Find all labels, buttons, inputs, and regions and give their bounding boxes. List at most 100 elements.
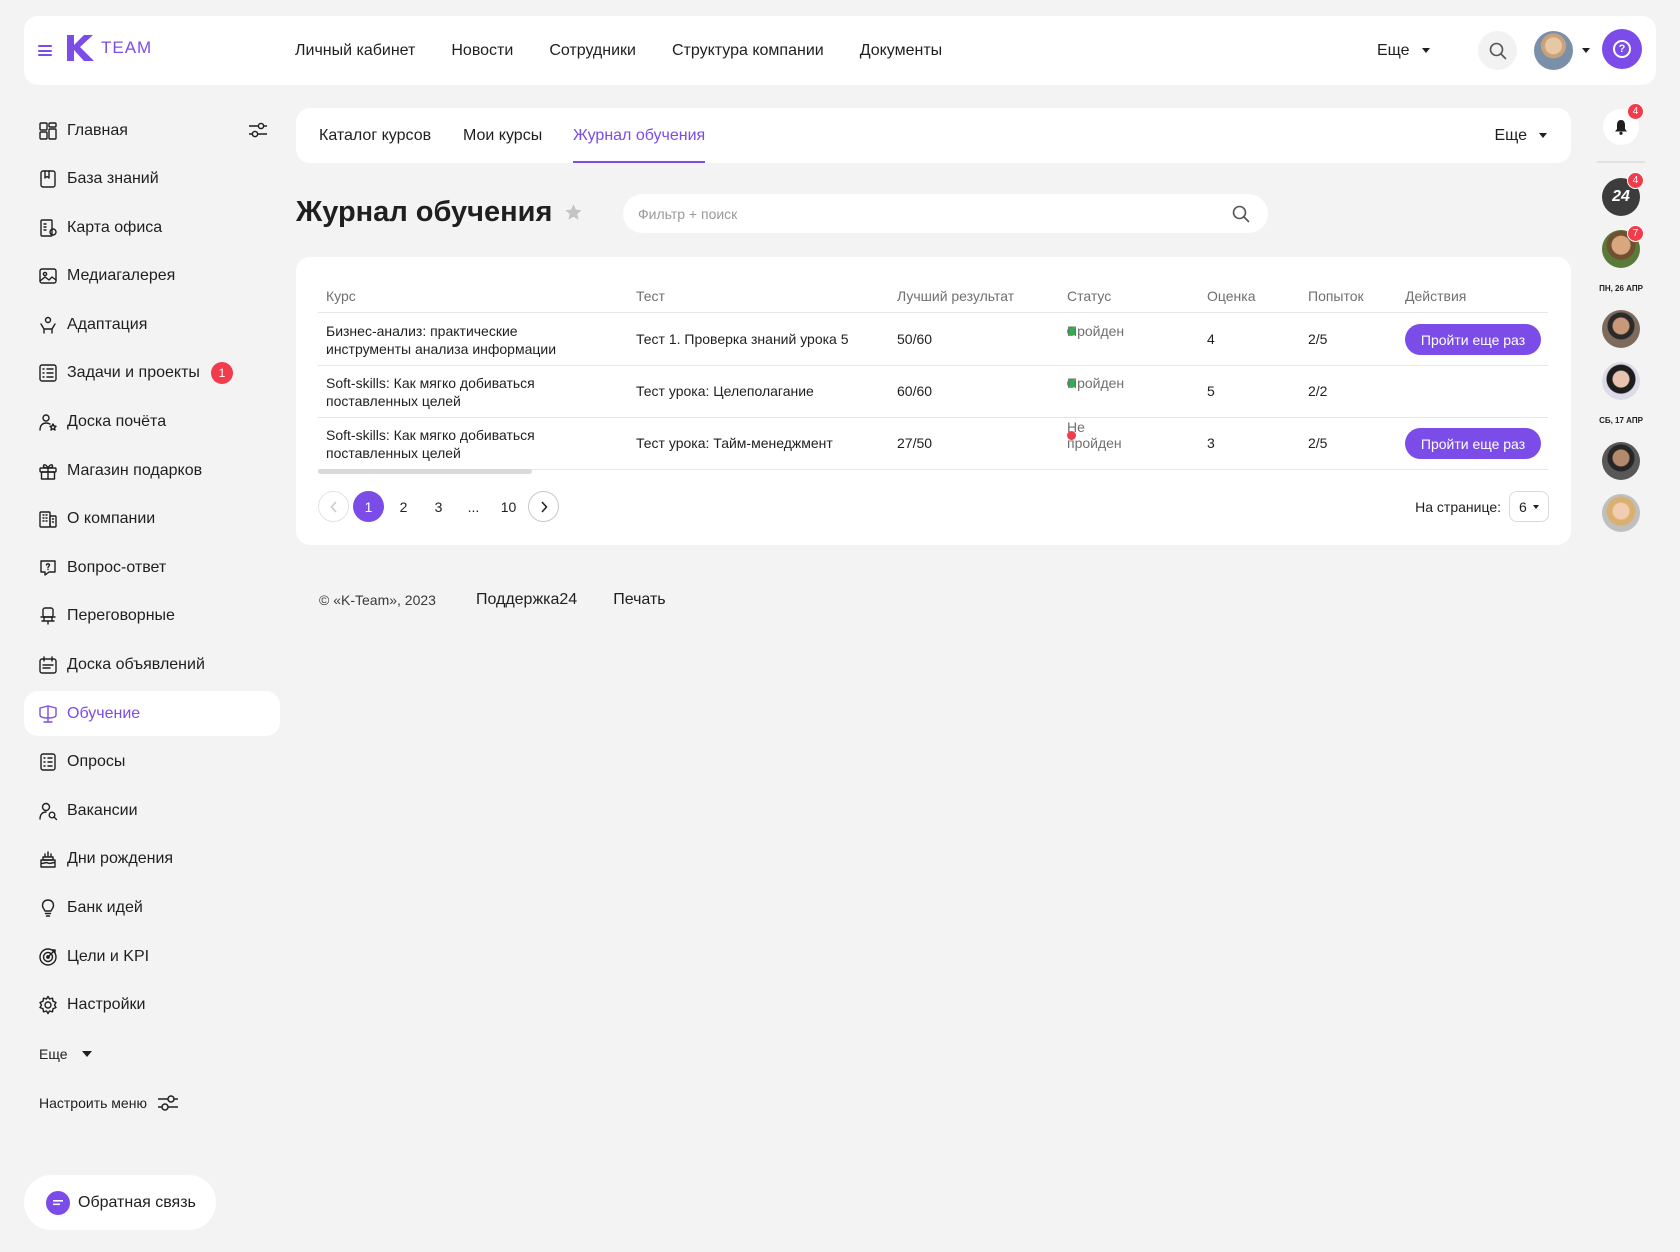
count-badge: 1 (210, 362, 233, 385)
sidebar-item-label: Банк идей (67, 899, 143, 916)
page-title-block: Журнал обучения (296, 196, 583, 229)
sidebar-item-label: Вопрос-ответ (67, 558, 167, 576)
help-icon: ? (1613, 40, 1631, 58)
sidebar-item-image[interactable]: Медиагалерея (24, 254, 280, 299)
dashboard-icon (38, 121, 58, 141)
best-result-cell: 27/50 (897, 435, 933, 451)
user-avatar[interactable] (1534, 31, 1573, 70)
sidebar-item-label: Переговорные (67, 607, 175, 625)
search-button[interactable] (1478, 31, 1517, 70)
per-page-selector: На странице: 6 (1415, 491, 1549, 522)
page-button-3[interactable]: 3 (423, 491, 454, 522)
bulb-icon (38, 898, 58, 918)
caret-down-icon (1421, 48, 1430, 53)
logo[interactable]: TEAM (65, 34, 152, 62)
sidebar-item-label: Настройки (67, 996, 146, 1014)
sidebar-item-label: Вакансии (67, 801, 138, 819)
tab-course-catalog[interactable]: Каталог курсов (319, 108, 431, 163)
attempts-cell: 2/2 (1308, 383, 1328, 399)
sidebar-more-toggle[interactable]: Еще (39, 1046, 92, 1062)
per-page-select[interactable]: 6 (1509, 491, 1549, 522)
best-result-cell: 60/60 (897, 383, 933, 399)
sidebar-item-label: Доска почёта (67, 413, 167, 431)
table-row: Soft-skills: Как мягко добиваться постав… (318, 366, 1548, 418)
sidebar-item-label: Главная (67, 121, 128, 139)
nav-employees[interactable]: Сотрудники (549, 42, 636, 60)
nav-news[interactable]: Новости (451, 42, 513, 60)
sidebar-item-label: Магазин подарков (67, 461, 203, 479)
date-separator: ПН, 26 АПР (1599, 284, 1643, 293)
sidebar-item-gear[interactable]: Настройки (24, 983, 280, 1028)
sidebar-item-office-map[interactable]: Карта офиса (24, 205, 280, 250)
grade-cell: 4 (1207, 331, 1215, 347)
sliders-icon[interactable] (248, 120, 268, 140)
sidebar-item-survey[interactable]: Опросы (24, 740, 280, 785)
chat-avatar[interactable] (1602, 494, 1640, 532)
horizontal-scrollbar[interactable] (318, 469, 532, 474)
print-link[interactable]: Печать (613, 591, 665, 609)
course-cell[interactable]: Soft-skills: Как мягко добиваться постав… (326, 426, 606, 462)
announcements-icon (38, 655, 58, 675)
table-header: Курс Тест Лучший результат Статус Оценка… (318, 277, 1548, 313)
sidebar-item-label: Цели и KPI (67, 947, 150, 965)
tabs-more-dropdown[interactable]: Еще (1494, 108, 1547, 163)
favorite-star-icon[interactable] (564, 203, 583, 222)
configure-menu-button[interactable]: Настроить меню (39, 1093, 179, 1113)
avatar-caret-icon[interactable] (1582, 48, 1590, 53)
chat-avatar[interactable] (1602, 442, 1640, 480)
next-page-button[interactable] (528, 491, 559, 522)
vacancy-icon (38, 801, 58, 821)
sidebar-item-tasks[interactable]: Задачи и проекты 1 (24, 351, 280, 396)
sidebar-item-dashboard[interactable]: Главная (24, 108, 280, 153)
sidebar-item-building[interactable]: О компании (24, 497, 280, 542)
sidebar-item-label: Дни рождения (67, 850, 174, 868)
retry-button[interactable]: Пройти еще раз (1405, 428, 1541, 459)
sidebar-item-learning[interactable]: Обучение (24, 691, 280, 737)
nav-company-structure[interactable]: Структура компании (672, 42, 824, 60)
sidebar-item-meeting-room[interactable]: Переговорные (24, 594, 280, 639)
honor-board-icon (38, 412, 58, 432)
configure-menu-label: Настроить меню (39, 1095, 147, 1111)
top-more-dropdown[interactable]: Еще (1377, 16, 1430, 85)
top-more-label: Еще (1377, 41, 1410, 59)
sliders-icon (157, 1095, 178, 1111)
sidebar-item-question[interactable]: Вопрос-ответ (24, 545, 280, 590)
sidebar-item-announcements[interactable]: Доска объявлений (24, 643, 280, 688)
sidebar-item-cake[interactable]: Дни рождения (24, 837, 280, 882)
sidebar-item-label: О компании (67, 510, 156, 528)
test-cell: Тест урока: Целеполагание (636, 383, 814, 399)
meeting-room-icon (38, 606, 58, 626)
help-button[interactable]: ? (1602, 29, 1642, 69)
course-cell[interactable]: Бизнес-анализ: практические инструменты … (326, 322, 606, 358)
tab-learning-journal[interactable]: Журнал обучения (573, 108, 706, 163)
search-input[interactable] (638, 205, 1198, 222)
search-icon[interactable] (1232, 205, 1250, 223)
table-row: Бизнес-анализ: практические инструменты … (318, 314, 1548, 366)
nav-documents[interactable]: Документы (860, 42, 942, 60)
sidebar-item-target[interactable]: Цели и KPI (24, 934, 280, 979)
sidebar-item-adaptation[interactable]: Адаптация (24, 302, 280, 347)
page-button-10[interactable]: 10 (493, 491, 524, 522)
sidebar-more-label: Еще (39, 1046, 68, 1062)
sidebar-item-bulb[interactable]: Банк идей (24, 886, 280, 931)
prev-page-button[interactable] (318, 491, 349, 522)
chat-avatar-badge: 7 (1627, 225, 1644, 242)
page-button-2[interactable]: 2 (388, 491, 419, 522)
nav-personal-cabinet[interactable]: Личный кабинет (295, 42, 415, 60)
sidebar-item-book[interactable]: База знаний (24, 157, 280, 202)
tab-my-courses[interactable]: Мои курсы (463, 108, 542, 163)
retry-button[interactable]: Пройти еще раз (1405, 324, 1541, 355)
sidebar-item-gift[interactable]: Магазин подарков (24, 448, 280, 493)
sidebar-item-honor-board[interactable]: Доска почёта (24, 400, 280, 445)
column-test: Тест (636, 288, 665, 304)
menu-icon[interactable] (38, 45, 52, 56)
sidebar-item-vacancy[interactable]: Вакансии (24, 788, 280, 833)
course-cell[interactable]: Soft-skills: Как мягко добиваться постав… (326, 374, 606, 410)
column-actions: Действия (1405, 288, 1467, 304)
column-course: Курс (326, 288, 356, 304)
page-button-1[interactable]: 1 (353, 491, 384, 522)
support-link[interactable]: Поддержка24 (476, 591, 577, 609)
feedback-button[interactable]: Обратная связь (24, 1175, 216, 1230)
chat-avatar[interactable] (1602, 362, 1640, 400)
chat-avatar[interactable] (1602, 310, 1640, 348)
